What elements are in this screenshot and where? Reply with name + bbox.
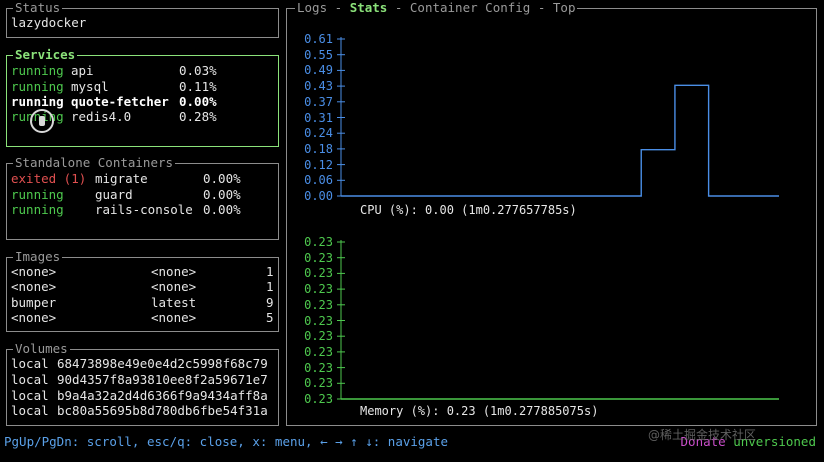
service-name: quote-fetcher	[71, 94, 169, 109]
image-tag: <none>	[151, 264, 197, 279]
tab-top[interactable]: Top	[553, 0, 576, 15]
volume-name: bc80a55695b8d780db6fbe54f31a	[57, 403, 268, 418]
image-repo: bumper	[11, 295, 57, 310]
series-line	[341, 84, 779, 197]
container-row[interactable]: running guard 0.00%	[11, 187, 274, 203]
service-cpu: 0.11%	[179, 79, 217, 94]
container-status: running	[11, 187, 64, 202]
main-tabs: Logs - Stats - Container Config - Top	[295, 0, 578, 16]
status-panel[interactable]: Status lazydocker	[6, 0, 279, 38]
image-size: 5	[266, 310, 274, 325]
volume-name: 90d4357f8a93810ee8f2a59671e7	[57, 372, 268, 387]
volume-driver: local	[11, 356, 49, 371]
volume-row[interactable]: local bc80a55695b8d780db6fbe54f31a	[11, 403, 274, 419]
volume-driver: local	[11, 372, 49, 387]
volumes-panel[interactable]: Volumes local 68473898e49e0e4d2c5998f68c…	[6, 341, 279, 426]
service-status: running	[11, 79, 64, 94]
container-status: running	[11, 202, 64, 217]
images-panel-title: Images	[13, 249, 63, 265]
memory-chart-svg	[337, 240, 779, 400]
image-row[interactable]: <none> <none> 1	[11, 279, 274, 295]
service-row[interactable]: running api 0.03%	[11, 63, 274, 79]
tab-separator: -	[530, 0, 553, 15]
image-row[interactable]: <none> <none> 5	[11, 310, 274, 326]
container-name: migrate	[95, 171, 148, 186]
image-tag: latest	[151, 295, 197, 310]
container-status: exited (1)	[11, 171, 87, 186]
service-cpu: 0.00%	[179, 94, 217, 109]
memory-caption: Memory (%): 0.23 (1m0.277885075s)	[360, 404, 599, 418]
cpu-chart: 0.61 0.55 0.49 0.43 0.37 0.31 0.24 0.18 0.12 0.06…	[293, 31, 808, 221]
container-name: guard	[95, 187, 133, 202]
image-size: 9	[266, 295, 274, 310]
service-cpu: 0.28%	[179, 109, 217, 124]
container-row[interactable]: exited (1) migrate 0.00%	[11, 171, 274, 187]
standalone-containers-panel[interactable]: Standalone Containers exited (1) migrate…	[6, 155, 279, 240]
status-app-name: lazydocker	[11, 15, 87, 30]
container-row[interactable]: running rails-console 0.00%	[11, 202, 274, 218]
image-tag: <none>	[151, 310, 197, 325]
service-status: running	[11, 63, 64, 78]
tab-container-config[interactable]: Container Config	[410, 0, 530, 15]
service-name: mysql	[71, 79, 109, 94]
status-panel-title: Status	[13, 0, 63, 16]
volume-driver: local	[11, 403, 49, 418]
standalone-panel-title: Standalone Containers	[13, 155, 176, 171]
memory-chart: 0.23 0.23 0.23 0.23 0.23 0.23 0.23 0.23 0.23 0.23…	[293, 234, 808, 424]
volume-name: 68473898e49e0e4d2c5998f68c79	[57, 356, 268, 371]
tab-logs[interactable]: Logs	[297, 0, 327, 15]
image-size: 1	[266, 264, 274, 279]
service-row-selected[interactable]: running quote-fetcher 0.00%	[11, 94, 274, 110]
container-cpu: 0.00%	[203, 202, 241, 217]
service-row[interactable]: running mysql 0.11%	[11, 79, 274, 95]
cpu-caption: CPU (%): 0.00 (1m0.277657785s)	[360, 203, 577, 217]
volume-driver: local	[11, 388, 49, 403]
container-name: rails-console	[95, 202, 193, 217]
cpu-chart-svg	[337, 37, 779, 197]
service-cpu: 0.03%	[179, 63, 217, 78]
volume-row[interactable]: local b9a4a32a2d4d6366f9a9434aff8a	[11, 388, 274, 404]
tab-separator: -	[387, 0, 410, 15]
volume-name: b9a4a32a2d4d6366f9a9434aff8a	[57, 388, 268, 403]
volume-row[interactable]: local 68473898e49e0e4d2c5998f68c79	[11, 356, 274, 372]
volumes-panel-title: Volumes	[13, 341, 70, 357]
services-panel[interactable]: Services running api 0.03% running mysql…	[6, 47, 279, 147]
mouse-cursor-icon	[30, 109, 54, 133]
image-repo: <none>	[11, 279, 57, 294]
image-tag: <none>	[151, 279, 197, 294]
watermark: @稀土掘金技术社区	[648, 428, 757, 442]
image-size: 1	[266, 279, 274, 294]
tab-stats[interactable]: Stats	[350, 0, 388, 15]
image-repo: <none>	[11, 310, 57, 325]
main-panel[interactable]: Logs - Stats - Container Config - Top 0.…	[286, 0, 817, 426]
image-row[interactable]: bumper latest 9	[11, 295, 274, 311]
images-panel[interactable]: Images <none> <none> 1 <none> <none> 1 b…	[6, 249, 279, 332]
volume-row[interactable]: local 90d4357f8a93810ee8f2a59671e7	[11, 372, 274, 388]
container-cpu: 0.00%	[203, 187, 241, 202]
container-cpu: 0.00%	[203, 171, 241, 186]
service-status: running	[11, 94, 64, 109]
keybinding-help: PgUp/PgDn: scroll, esc/q: close, x: menu…	[4, 434, 449, 449]
service-name: api	[71, 63, 94, 78]
image-row[interactable]: <none> <none> 1	[11, 264, 274, 280]
services-panel-title: Services	[13, 47, 78, 63]
image-repo: <none>	[11, 264, 57, 279]
service-name: redis4.0	[71, 109, 132, 124]
tab-separator: -	[327, 0, 350, 15]
